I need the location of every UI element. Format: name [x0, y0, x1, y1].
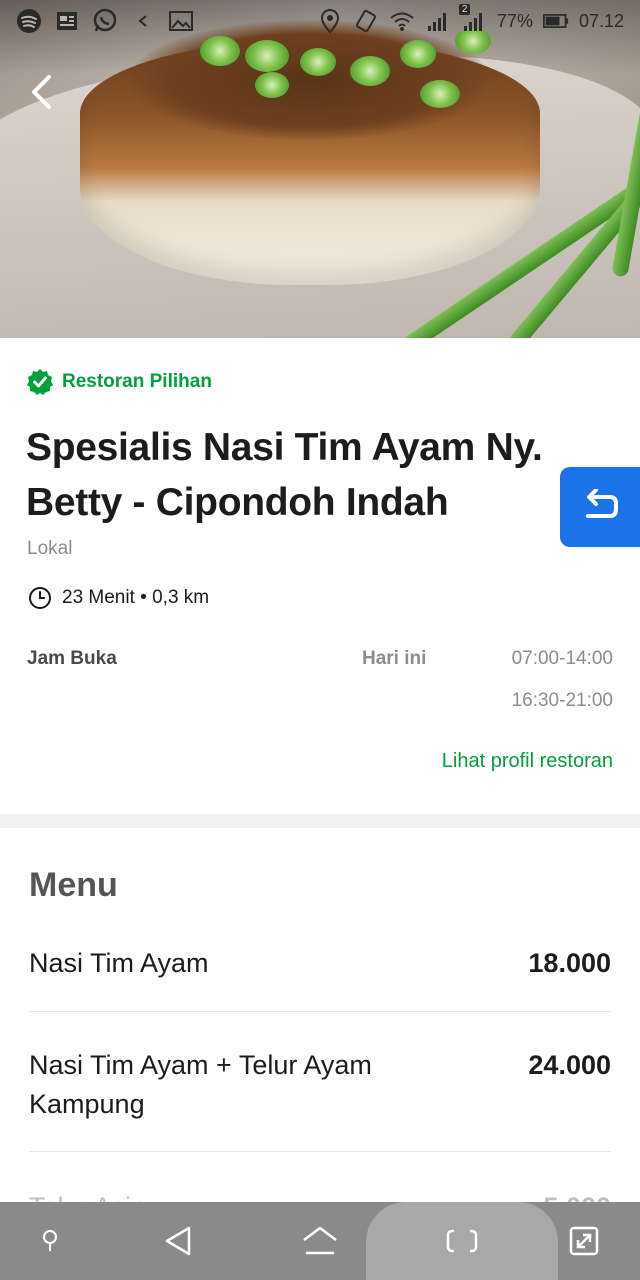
menu-heading: Menu [29, 866, 118, 904]
pin-icon [43, 1230, 57, 1251]
status-bar: 2 77% 07.12 [0, 0, 640, 42]
recents-icon [446, 1229, 478, 1253]
menu-section: Menu Nasi Tim Ayam 18.000 Nasi Tim Ayam … [0, 828, 640, 1208]
delivery-estimate: 23 Menit • 0,3 km [28, 586, 209, 610]
signal-icon [425, 8, 451, 34]
battery-icon [542, 8, 569, 34]
system-navigation-bar [0, 1202, 640, 1280]
eta-distance: 0,3 km [152, 587, 210, 608]
cuisine-label: Lokal [27, 538, 73, 559]
whatsapp-icon [92, 8, 118, 34]
restaurant-name: Spesialis Nasi Tim Ayam Ny. Betty - Cipo… [26, 420, 586, 530]
back-button[interactable] [24, 72, 58, 112]
battery-percent: 77% [496, 10, 533, 31]
eta-time: 23 Menit [62, 587, 135, 608]
clock-icon [29, 587, 51, 609]
opening-hours-label: Jam Buka [27, 648, 117, 669]
signal-icon: 2 [458, 4, 487, 34]
location-icon [317, 8, 343, 34]
wifi-icon [389, 8, 415, 34]
home-nav-button[interactable] [280, 1202, 360, 1280]
opening-hours-slot: 07:00-14:00 [511, 648, 613, 669]
view-restaurant-profile-link[interactable]: Lihat profil restoran [442, 750, 613, 773]
featured-badge-label: Restoran Pilihan [62, 371, 212, 392]
back-nav-button[interactable] [138, 1202, 218, 1280]
restaurant-name-line-2: Betty - Cipondoh Indah [26, 481, 449, 524]
expand-nav-button[interactable] [544, 1202, 624, 1280]
verified-check-icon [27, 369, 53, 395]
scallion-slice-graphic [400, 40, 436, 68]
home-icon [303, 1226, 337, 1255]
scallion-slice-graphic [245, 40, 289, 72]
opening-hours-day: Hari ini [362, 648, 427, 669]
sim-badge: 2 [458, 4, 471, 15]
news-icon [54, 8, 80, 34]
scallion-slice-graphic [420, 80, 460, 108]
chevron-left-icon [32, 75, 51, 109]
return-arrow-icon [586, 489, 618, 518]
eta-separator: • [140, 587, 147, 608]
pin-button[interactable] [10, 1202, 90, 1280]
featured-badge: Restoran Pilihan [26, 368, 212, 396]
restaurant-name-line-1: Spesialis Nasi Tim Ayam Ny. [26, 426, 543, 469]
arrow-icon [130, 8, 156, 34]
scallion-slice-graphic [300, 48, 336, 76]
section-divider [0, 814, 640, 828]
spotify-icon [16, 8, 42, 34]
recents-nav-button[interactable] [422, 1202, 502, 1280]
clock: 07.12 [578, 10, 624, 31]
share-button[interactable] [560, 467, 640, 547]
expand-icon [569, 1226, 599, 1256]
opening-hours-slot: 16:30-21:00 [511, 690, 613, 711]
restaurant-info-section: Restoran Pilihan Spesialis Nasi Tim Ayam… [0, 338, 640, 814]
vibrate-icon [353, 8, 379, 34]
scallion-slice-graphic [350, 56, 390, 86]
gallery-icon [168, 8, 194, 34]
menu-item[interactable]: Nasi Tim Ayam + Telur Ayam Kampung 24.00… [29, 1046, 611, 1152]
menu-item[interactable]: Nasi Tim Ayam 18.000 [29, 944, 611, 1012]
menu-item-price: 18.000 [528, 948, 611, 978]
back-triangle-icon [165, 1226, 191, 1256]
menu-item-name: Nasi Tim Ayam + Telur Ayam Kampung [29, 1050, 372, 1119]
menu-item-name: Nasi Tim Ayam [29, 948, 209, 978]
scallion-slice-graphic [255, 72, 289, 98]
restaurant-hero-image [0, 0, 640, 338]
menu-item-price: 24.000 [528, 1050, 611, 1080]
